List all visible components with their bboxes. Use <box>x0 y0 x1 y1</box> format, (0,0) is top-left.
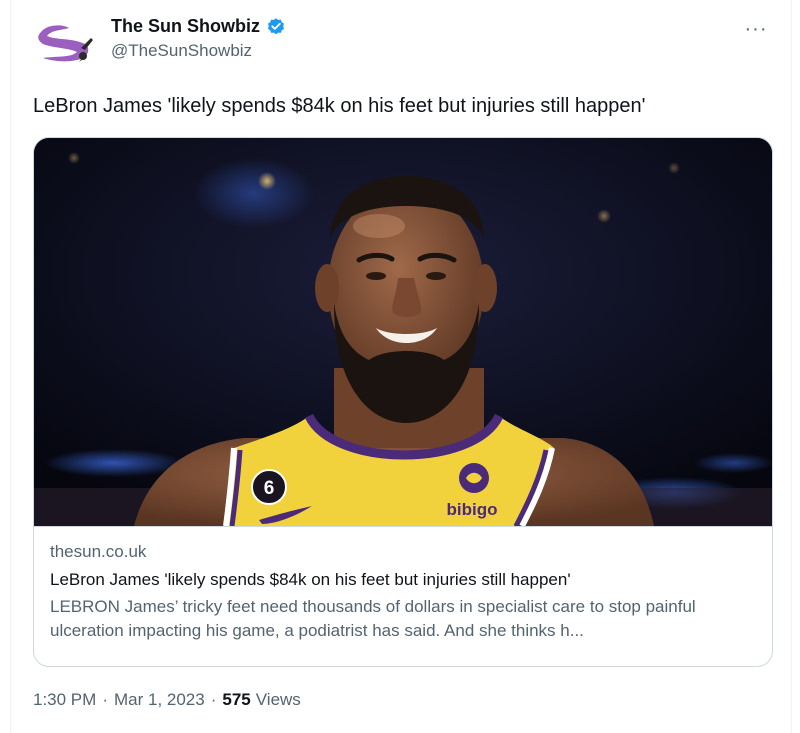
jersey-sponsor: bibigo <box>447 500 498 519</box>
link-card[interactable]: 6 bibigo thesun.co.uk LeBron James 'like… <box>33 137 773 667</box>
the-sun-showbiz-logo <box>38 25 93 62</box>
verified-badge-icon[interactable] <box>266 17 286 37</box>
more-options-icon[interactable]: ··· <box>741 16 771 42</box>
tweet-header: The Sun Showbiz @TheSunShowbiz ··· <box>33 14 773 70</box>
handle[interactable]: @TheSunShowbiz <box>111 41 286 61</box>
card-description: LEBRON James’ tricky feet need thousands… <box>50 597 696 640</box>
lebron-james-photo[interactable]: 6 bibigo <box>34 138 772 526</box>
display-name[interactable]: The Sun Showbiz <box>111 16 260 37</box>
jersey-number: 6 <box>264 478 275 499</box>
views-count[interactable]: 575 <box>222 690 250 710</box>
card-title: LeBron James 'likely spends $84k on his … <box>50 570 571 589</box>
tweet-date[interactable]: Mar 1, 2023 <box>114 690 205 710</box>
meta-separator: · <box>210 690 217 709</box>
meta-separator: · <box>102 690 108 709</box>
author-names: The Sun Showbiz @TheSunShowbiz <box>111 16 286 61</box>
card-domain: thesun.co.uk <box>50 542 147 561</box>
card-info[interactable]: thesun.co.uk LeBron James 'likely spends… <box>34 526 772 666</box>
tweet-time[interactable]: 1:30 PM <box>33 690 96 710</box>
tweet[interactable]: The Sun Showbiz @TheSunShowbiz ··· LeBro… <box>10 0 792 733</box>
tweet-meta: 1:30 PM · Mar 1, 2023 · 575 Views <box>33 690 301 710</box>
tweet-text: LeBron James 'likely spends $84k on his … <box>33 95 646 117</box>
views-label[interactable]: Views <box>256 690 301 710</box>
avatar[interactable] <box>33 18 97 66</box>
display-name-row: The Sun Showbiz <box>111 16 286 37</box>
